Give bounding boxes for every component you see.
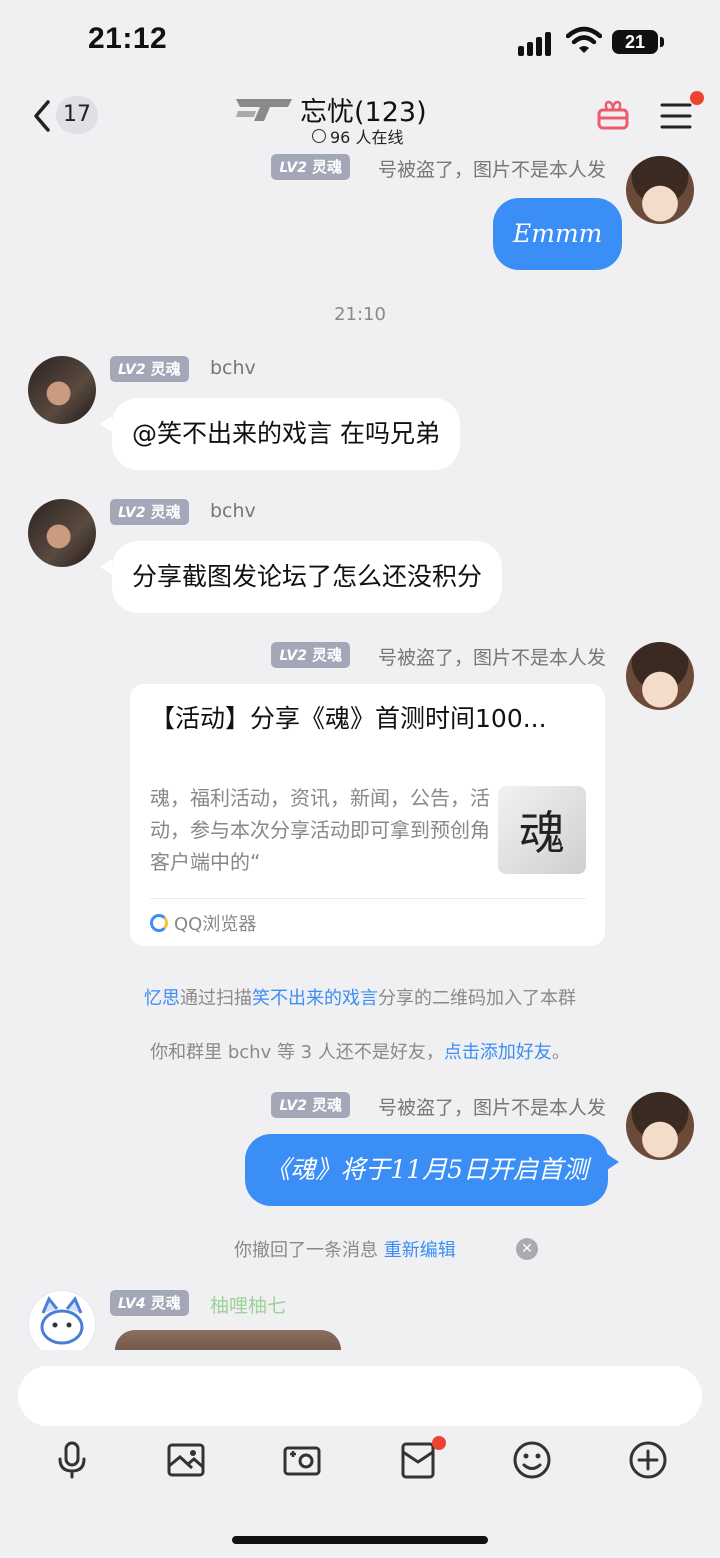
card-source-label: QQ浏览器	[174, 914, 257, 935]
sender-name: 号被盗了，图片不是本人发	[377, 159, 606, 181]
bubble-tail	[607, 218, 619, 234]
menu-icon[interactable]	[660, 102, 692, 130]
link-share-card[interactable]: 【活动】分享《魂》首测时间100... 魂，福利活动，资讯，新闻，公告，活动，参…	[130, 684, 605, 946]
input-panel	[0, 1350, 720, 1558]
card-divider	[150, 898, 586, 899]
notice-text: 你撤回了一条消息	[234, 1240, 384, 1261]
card-thumbnail: 魂	[498, 786, 586, 874]
notice-text: 。	[551, 1042, 570, 1063]
add-friend-link[interactable]: 点击添加好友	[444, 1042, 552, 1063]
online-status: 96 人在线	[312, 124, 403, 148]
signal-icon	[518, 30, 558, 56]
plus-icon[interactable]	[628, 1440, 668, 1480]
member-link[interactable]: 笑不出来的戏言	[252, 988, 378, 1009]
level-badge: LV2 灵魂	[110, 499, 189, 525]
level-badge: LV2 灵魂	[271, 1092, 350, 1118]
avatar[interactable]	[626, 1092, 694, 1160]
system-notice: 你和群里 bchv 等 3 人还不是好友，点击添加好友。	[0, 1038, 720, 1064]
avatar[interactable]	[28, 1290, 96, 1350]
avatar[interactable]	[626, 642, 694, 710]
avatar[interactable]	[28, 356, 96, 424]
system-notice: 忆思通过扫描笑不出来的戏言分享的二维码加入了本群	[0, 984, 720, 1010]
notice-text: 通过扫描	[180, 988, 252, 1009]
message-bubble[interactable]: @笑不出来的戏言 在吗兄弟	[112, 398, 460, 470]
battery-tip	[660, 37, 664, 47]
re-edit-link[interactable]: 重新编辑	[384, 1240, 456, 1261]
member-link[interactable]: 忆思	[144, 988, 180, 1009]
level-badge: LV2 灵魂	[271, 154, 350, 180]
notice-text: 你和群里 bchv 等 3 人还不是好友，	[150, 1042, 444, 1063]
sender-name: bchv	[210, 500, 256, 522]
cat-avatar-icon	[40, 1296, 84, 1345]
group-logo-icon	[236, 99, 292, 121]
home-indicator	[232, 1536, 488, 1544]
avatar[interactable]	[28, 499, 96, 567]
input-toolbar	[0, 1436, 720, 1490]
notification-dot	[432, 1436, 446, 1450]
sender-name: 号被盗了，图片不是本人发	[377, 647, 606, 669]
message-input[interactable]	[18, 1366, 702, 1426]
status-bar: 21:12 21	[0, 0, 720, 86]
message-bubble[interactable]: Emmm	[493, 198, 623, 270]
bubble-tail	[100, 416, 112, 432]
sender-name: 柚哩柚七	[210, 1295, 287, 1317]
chat-header: 17 忘忧(123) 96 人在线	[0, 86, 720, 154]
back-icon[interactable]	[30, 98, 54, 134]
status-time: 21:12	[88, 22, 168, 55]
avatar[interactable]	[626, 156, 694, 224]
camera-icon[interactable]	[282, 1440, 322, 1480]
message-list[interactable]: LV2 灵魂 号被盗了，图片不是本人发 Emmm 21:10 LV2 灵魂 bchv…	[0, 154, 720, 1350]
sender-name: bchv	[210, 357, 256, 379]
online-icon	[312, 129, 326, 143]
level-badge: LV4 灵魂	[110, 1290, 189, 1316]
level-badge: LV2 灵魂	[271, 642, 350, 668]
battery-icon: 21	[612, 30, 658, 54]
card-source: QQ浏览器	[150, 910, 256, 936]
notice-text: 分享的二维码加入了本群	[378, 988, 576, 1009]
gift-icon[interactable]	[596, 98, 630, 132]
system-notice: 你撤回了一条消息 重新编辑	[234, 1236, 456, 1262]
card-description: 魂，福利活动，资讯，新闻，公告，活动，参与本次分享活动即可拿到预创角客户端中的“	[150, 786, 490, 874]
wifi-icon	[566, 26, 602, 53]
message-bubble[interactable]: 分享截图发论坛了怎么还没积分	[112, 541, 503, 613]
level-badge: LV2 灵魂	[110, 356, 189, 382]
menu-notification-dot	[690, 91, 704, 105]
unread-count-badge[interactable]: 17	[56, 96, 98, 134]
mic-icon[interactable]	[52, 1440, 92, 1480]
bubble-tail	[607, 1154, 619, 1170]
bubble-tail	[100, 559, 112, 575]
image-message[interactable]	[115, 1330, 341, 1350]
online-count: 96 人在线	[330, 128, 404, 147]
close-icon[interactable]: ✕	[516, 1238, 538, 1260]
emoji-icon[interactable]	[512, 1440, 552, 1480]
image-icon[interactable]	[166, 1440, 206, 1480]
timestamp: 21:10	[334, 304, 386, 325]
sender-name: 号被盗了，图片不是本人发	[377, 1097, 606, 1119]
message-bubble[interactable]: 《魂》将于11月5日开启首测	[245, 1134, 608, 1206]
card-title: 【活动】分享《魂》首测时间100...	[150, 704, 547, 733]
qq-browser-icon	[150, 914, 168, 932]
